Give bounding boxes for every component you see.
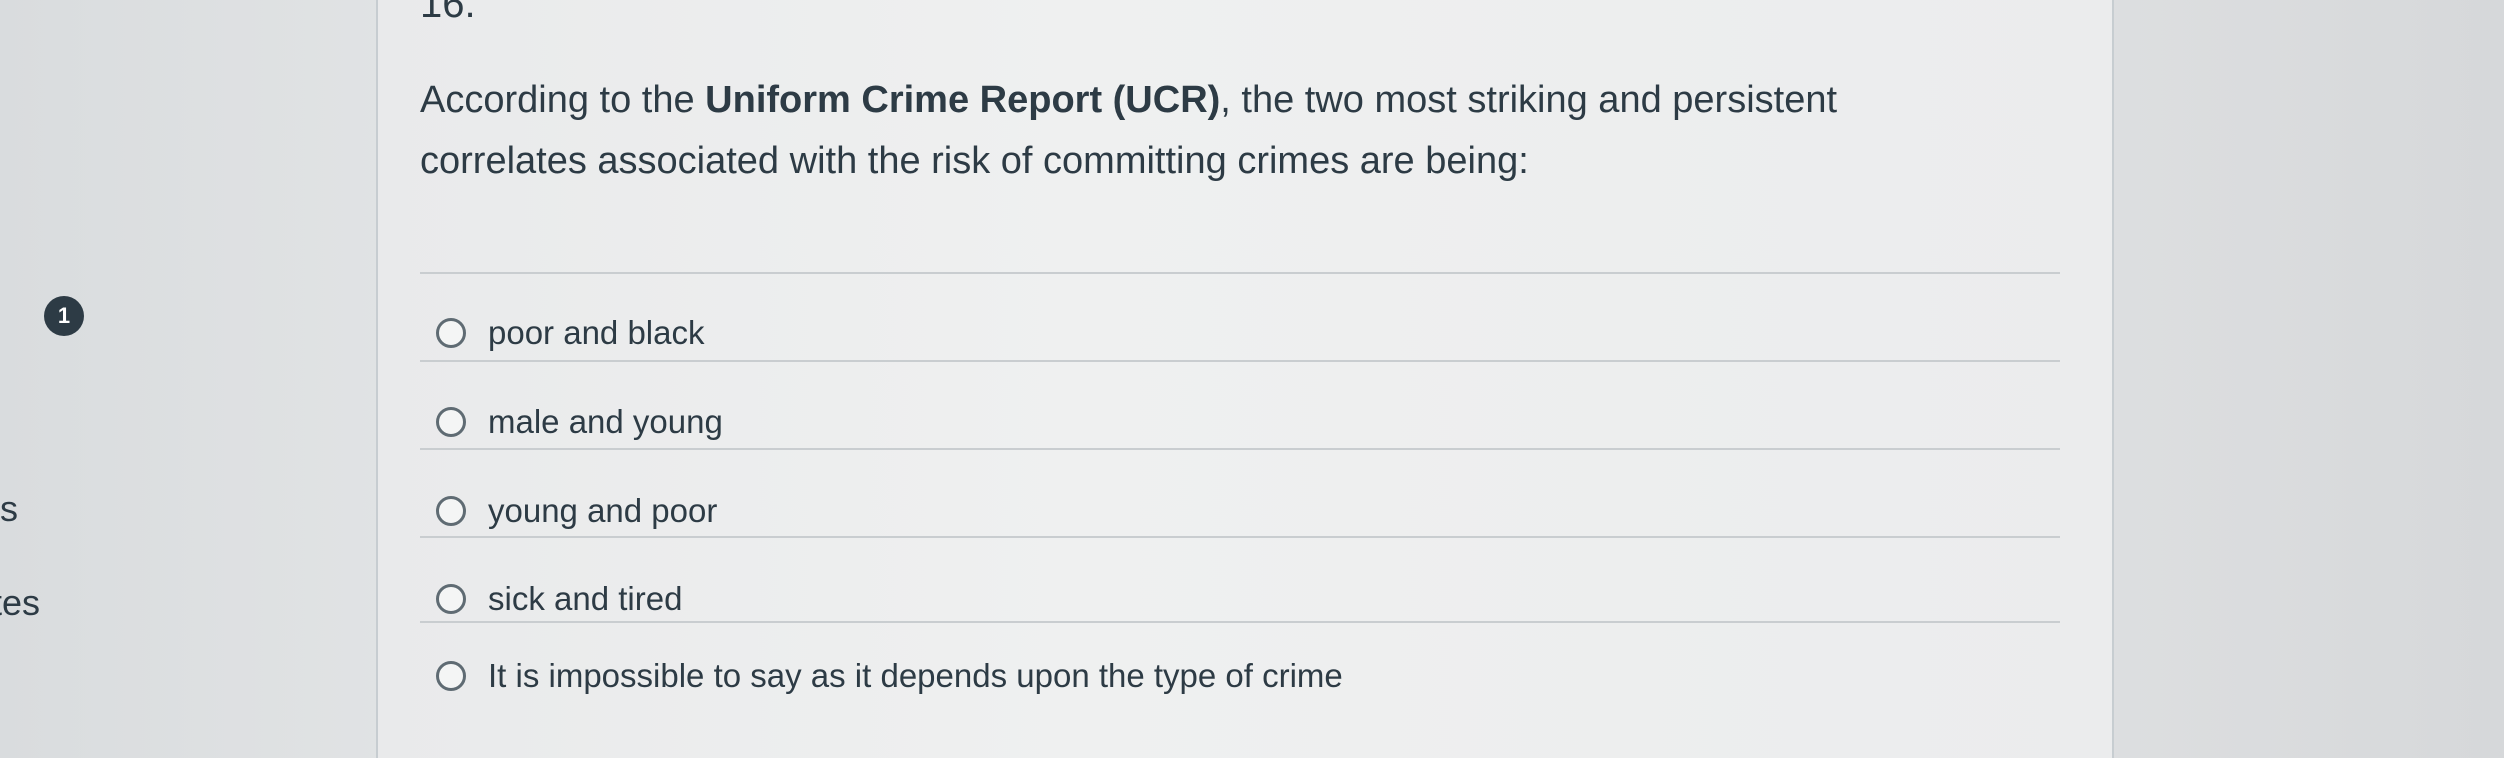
- question-number: 16.: [420, 0, 476, 26]
- answer-label[interactable]: male and young: [488, 403, 723, 441]
- sidebar-partial-label[interactable]: ls: [0, 488, 18, 530]
- radio-button[interactable]: [436, 661, 466, 691]
- answer-divider: [420, 536, 2060, 538]
- left-navigation-rail: 1 ls tes: [0, 0, 376, 758]
- radio-button[interactable]: [436, 496, 466, 526]
- sidebar-partial-label[interactable]: tes: [0, 582, 40, 624]
- answer-divider: [420, 621, 2060, 623]
- question-text: According to the Uniform Crime Report (U…: [420, 70, 1980, 192]
- answer-divider: [420, 448, 2060, 450]
- answer-option[interactable]: sick and tired: [436, 574, 682, 624]
- answers-top-divider: [420, 272, 2060, 274]
- question-card: 16. According to the Uniform Crime Repor…: [376, 0, 2114, 758]
- radio-button[interactable]: [436, 407, 466, 437]
- answer-option[interactable]: It is impossible to say as it depends up…: [436, 651, 1343, 701]
- radio-button[interactable]: [436, 584, 466, 614]
- answer-label[interactable]: poor and black: [488, 314, 704, 352]
- question-text-bold: Uniform Crime Report (UCR): [705, 79, 1221, 121]
- answer-option[interactable]: poor and black: [436, 308, 704, 358]
- question-count-badge: 1: [44, 296, 84, 336]
- answer-option[interactable]: young and poor: [436, 486, 717, 536]
- radio-button[interactable]: [436, 318, 466, 348]
- answer-label[interactable]: It is impossible to say as it depends up…: [488, 657, 1343, 695]
- answer-label[interactable]: young and poor: [488, 492, 717, 530]
- answer-label[interactable]: sick and tired: [488, 580, 682, 618]
- question-text-start: According to the: [420, 79, 706, 121]
- answer-divider: [420, 360, 2060, 362]
- answer-option[interactable]: male and young: [436, 397, 723, 447]
